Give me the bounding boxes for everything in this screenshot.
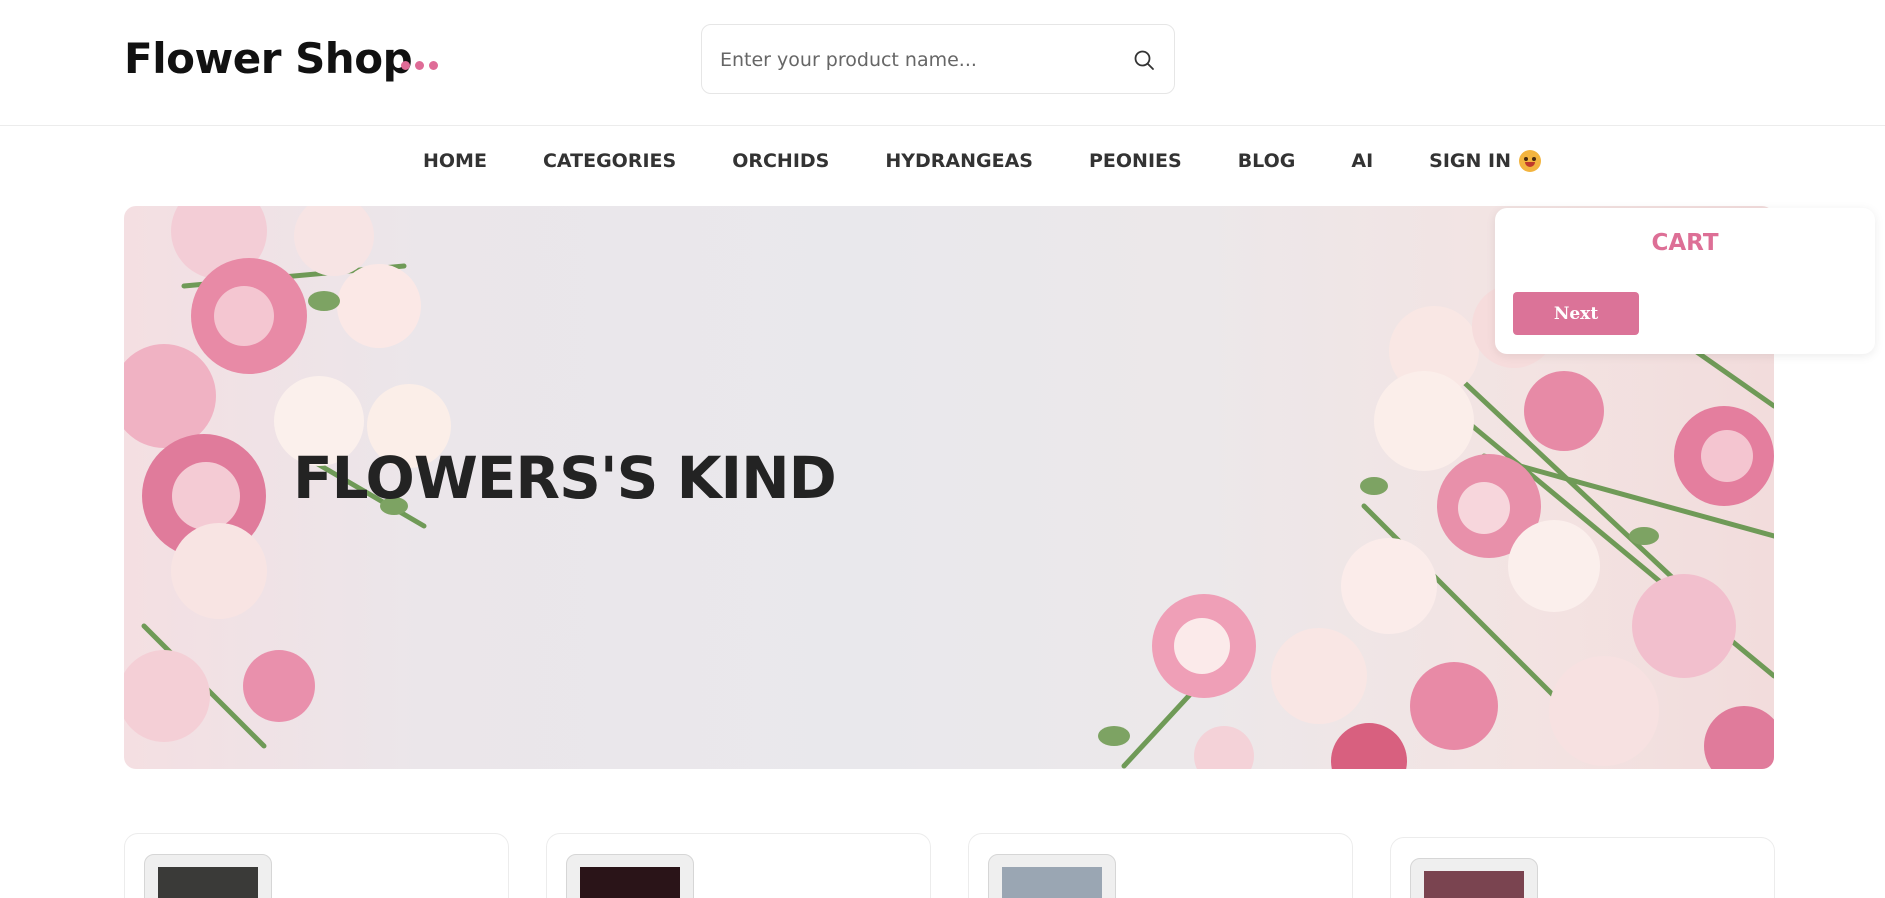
search-icon[interactable] [1132, 48, 1156, 72]
search-box [701, 24, 1175, 94]
logo-dots-icon [401, 61, 438, 70]
product-card[interactable] [1390, 837, 1775, 898]
search-input[interactable] [720, 43, 1100, 77]
nav-item-categories[interactable]: CATEGORIES [543, 150, 676, 172]
product-card[interactable] [124, 833, 509, 898]
product-card[interactable] [546, 833, 931, 898]
cart-next-button[interactable]: Next [1513, 292, 1639, 335]
product-thumbnail-frame [1410, 858, 1538, 898]
smiley-icon [1518, 150, 1541, 172]
hero-title: FLOWERS'S KIND [293, 444, 837, 512]
nav-item-orchids[interactable]: ORCHIDS [732, 150, 829, 172]
nav-item-ai[interactable]: AI [1351, 150, 1373, 172]
product-thumbnail [1424, 871, 1524, 898]
sign-in-label: SIGN IN [1429, 150, 1511, 172]
product-thumbnail-frame [566, 854, 694, 898]
nav-item-hydrangeas[interactable]: HYDRANGEAS [885, 150, 1033, 172]
site-header: Flower Shop [0, 0, 1885, 126]
product-thumbnail [1002, 867, 1102, 898]
site-logo[interactable]: Flower Shop [124, 34, 413, 83]
product-thumbnail-frame [988, 854, 1116, 898]
product-thumbnail [580, 867, 680, 898]
product-thumbnail-frame [144, 854, 272, 898]
cart-title: CART [1651, 230, 1719, 256]
nav-item-peonies[interactable]: PEONIES [1089, 150, 1182, 172]
nav-item-home[interactable]: HOME [423, 150, 487, 172]
product-card[interactable] [968, 833, 1353, 898]
main-nav: HOME CATEGORIES ORCHIDS HYDRANGEAS PEONI… [0, 126, 1885, 206]
cart-panel: CART Next [1495, 208, 1875, 354]
nav-item-blog[interactable]: BLOG [1238, 150, 1296, 172]
nav-item-sign-in[interactable]: SIGN IN [1429, 150, 1541, 172]
product-thumbnail [158, 867, 258, 898]
